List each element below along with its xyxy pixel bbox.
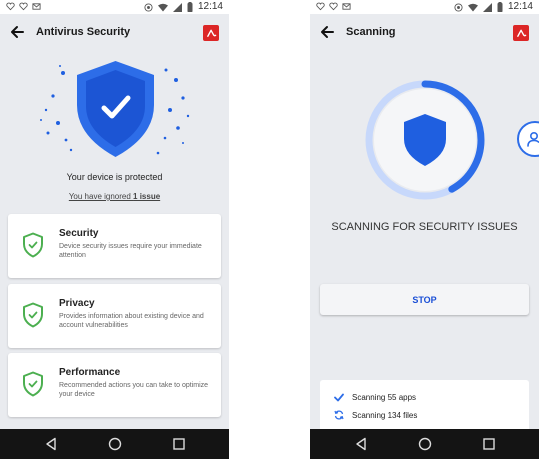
check-icon xyxy=(334,393,344,402)
battery-icon xyxy=(497,2,503,12)
shield-check-icon xyxy=(23,232,43,258)
avira-logo xyxy=(203,25,219,41)
ignored-prefix: You have ignored xyxy=(68,192,134,201)
stop-scan-button[interactable]: STOP xyxy=(320,284,529,315)
mail-icon xyxy=(342,3,351,10)
android-nav-bar xyxy=(310,429,539,459)
performance-card[interactable]: Performance Recommended actions you can … xyxy=(8,353,221,417)
privacy-card[interactable]: Privacy Provides information about exist… xyxy=(8,284,221,348)
mail-icon xyxy=(32,3,41,10)
shield-check-icon xyxy=(23,302,43,328)
status-bar: 12:14 xyxy=(310,0,539,14)
scan-files-label: Scanning 134 files xyxy=(352,410,418,420)
brand-mark-icon xyxy=(206,29,216,37)
app-bar: Antivirus Security xyxy=(0,14,229,52)
brand-mark-icon xyxy=(516,29,526,37)
list-item: Scanning 134 files xyxy=(334,410,417,420)
android-nav-bar xyxy=(0,429,229,459)
antivirus-security-screen: 12:14 Antivirus Security Your device is … xyxy=(0,0,229,459)
privacy-card-description: Provides information about existing devi… xyxy=(59,313,204,329)
security-card-description: Device security issues require your imme… xyxy=(59,243,202,259)
ignored-issue-count: 1 issue xyxy=(133,192,161,201)
performance-card-title: Performance xyxy=(59,367,121,378)
scan-apps-label: Scanning 55 apps xyxy=(352,393,417,402)
wifi-icon xyxy=(157,3,168,11)
heart-outline-icon xyxy=(19,2,28,11)
signal-icon xyxy=(172,2,182,12)
shield-check-icon xyxy=(23,371,43,397)
target-icon xyxy=(454,2,463,12)
back-arrow-icon[interactable] xyxy=(10,25,24,39)
nav-recents-icon[interactable] xyxy=(482,437,496,451)
protection-status: Your device is protected xyxy=(66,172,163,182)
list-item: Scanning 55 apps xyxy=(334,393,416,402)
avira-logo xyxy=(513,25,529,41)
security-card[interactable]: Security Device security issues require … xyxy=(8,214,221,278)
heart-outline-icon xyxy=(6,2,15,11)
ignored-issues-link[interactable]: You have ignored 1 issue xyxy=(0,192,229,201)
back-arrow-icon[interactable] xyxy=(320,25,334,39)
performance-card-description: Recommended actions you can take to opti… xyxy=(59,382,209,398)
sync-icon xyxy=(334,410,344,420)
privacy-card-title: Privacy xyxy=(59,298,95,309)
security-card-title: Security xyxy=(59,228,99,239)
signal-icon xyxy=(482,2,492,12)
status-time: 12:14 xyxy=(197,1,223,12)
heart-outline-icon xyxy=(316,2,325,11)
scanning-heading: SCANNING FOR SECURITY ISSUES xyxy=(331,221,518,233)
nav-back-icon[interactable] xyxy=(354,437,368,451)
scanning-screen: 12:14 Scanning SCANNING FOR SECURITY ISS… xyxy=(310,0,539,459)
app-bar: Scanning xyxy=(310,14,539,52)
wifi-icon xyxy=(467,3,478,11)
nav-home-icon[interactable] xyxy=(108,437,122,451)
user-icon xyxy=(527,131,539,147)
nav-home-icon[interactable] xyxy=(418,437,432,451)
page-title: Scanning xyxy=(346,26,396,38)
heart-outline-icon xyxy=(329,2,338,11)
battery-icon xyxy=(187,2,193,12)
page-title: Antivirus Security xyxy=(36,26,131,38)
scan-progress-ring xyxy=(365,80,485,200)
shield-protected-illustration xyxy=(40,61,190,157)
nav-recents-icon[interactable] xyxy=(172,437,186,451)
target-icon xyxy=(144,2,153,12)
status-time: 12:14 xyxy=(507,1,533,12)
nav-back-icon[interactable] xyxy=(44,437,58,451)
status-bar: 12:14 xyxy=(0,0,229,14)
